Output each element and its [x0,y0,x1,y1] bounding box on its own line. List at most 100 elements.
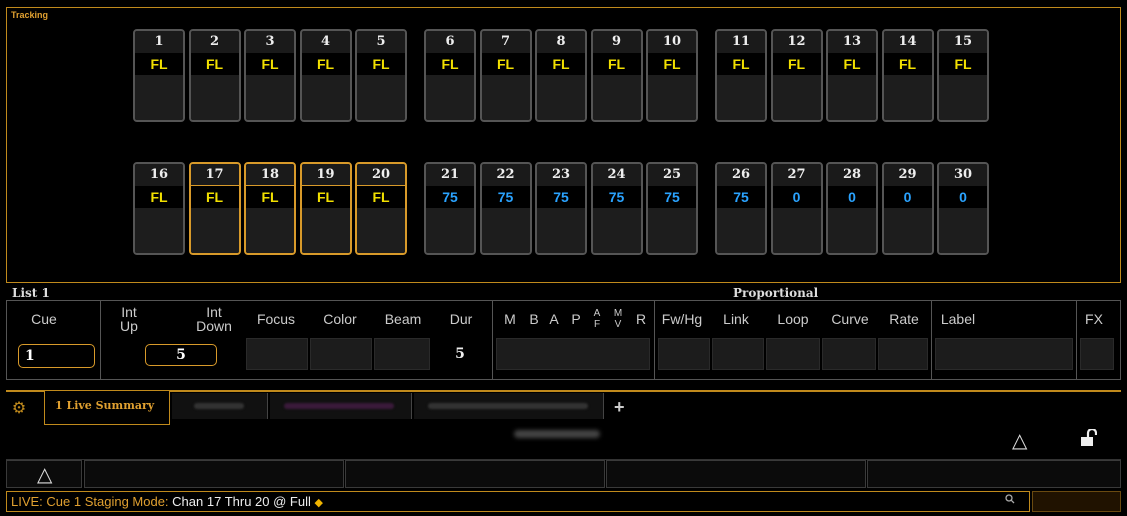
rate-cell[interactable] [878,338,928,370]
triangle-icon[interactable]: △ [1012,431,1027,451]
fx-cell[interactable] [1080,338,1114,370]
channel-number: 8 [537,31,585,53]
channel-11[interactable]: 11 FL [715,29,767,122]
header-label[interactable]: Label [936,302,980,336]
command-line-button[interactable] [1032,491,1121,512]
channel-19[interactable]: 19 FL [299,162,352,255]
header-color[interactable]: Color [315,302,365,336]
search-icon-svg [1005,494,1015,504]
channel-level: FL [246,53,294,75]
add-tab-button[interactable]: + [614,397,625,418]
channel-body [828,75,876,120]
softkey[interactable] [867,460,1121,488]
tab-blurred[interactable] [270,393,412,419]
header-b[interactable]: B [526,302,542,336]
link-cell[interactable] [712,338,764,370]
channel-5[interactable]: 5 FL [355,29,407,122]
channel-7[interactable]: 7 FL [479,29,532,122]
channel-body [648,75,696,120]
header-mv-top: M [613,308,623,319]
int-down-field[interactable]: 5 [145,344,217,366]
header-mv[interactable]: M V [611,302,625,336]
channel-25[interactable]: 25 75 [646,162,698,255]
channel-6[interactable]: 6 FL [424,29,476,122]
channel-20[interactable]: 20 FL [355,162,407,255]
mbap-cell[interactable] [496,338,650,370]
channel-body [828,208,876,253]
channel-2[interactable]: 2 FL [188,29,241,122]
softkey-triangle[interactable]: △ [6,460,82,488]
header-link[interactable]: Link [716,302,756,336]
color-cell[interactable] [310,338,372,370]
channel-27[interactable]: 27 0 [770,162,823,255]
channel-12[interactable]: 12 FL [770,29,823,122]
channel-level: FL [357,186,405,208]
channel-number: 25 [648,164,696,186]
channel-9[interactable]: 9 FL [590,29,643,122]
search-icon[interactable] [1005,494,1015,507]
softkey[interactable] [345,460,605,488]
header-fw-hg[interactable]: Fw/Hg [656,302,708,336]
header-loop[interactable]: Loop [771,302,815,336]
channel-30[interactable]: 30 0 [937,162,989,255]
header-curve[interactable]: Curve [826,302,874,336]
channel-number: 13 [828,31,876,53]
channel-28[interactable]: 28 0 [826,162,878,255]
channel-10[interactable]: 10 FL [646,29,698,122]
channel-body [648,208,696,253]
header-rate[interactable]: Rate [884,302,924,336]
channel-24[interactable]: 24 75 [590,162,643,255]
header-m[interactable]: M [502,302,518,336]
channel-15[interactable]: 15 FL [937,29,989,122]
cue-number-field[interactable]: 1 [18,344,95,368]
channel-1[interactable]: 1 FL [133,29,185,122]
channel-number: 14 [883,31,932,53]
channel-3[interactable]: 3 FL [244,29,296,122]
fw-hg-cell[interactable] [658,338,710,370]
softkey[interactable] [606,460,866,488]
beam-cell[interactable] [374,338,430,370]
header-beam[interactable]: Beam [380,302,426,336]
header-af[interactable]: A F [590,302,604,336]
loop-cell[interactable] [766,338,820,370]
header-p[interactable]: P [568,302,584,336]
header-fx[interactable]: FX [1080,302,1108,336]
tab-blurred[interactable] [172,393,268,419]
channel-number: 26 [717,164,765,186]
focus-cell[interactable] [246,338,308,370]
channel-18[interactable]: 18 FL [244,162,296,255]
channel-4[interactable]: 4 FL [299,29,352,122]
label-cell[interactable] [935,338,1073,370]
channel-22[interactable]: 22 75 [479,162,532,255]
command-line[interactable]: LIVE: Cue 1 Staging Mode: Chan 17 Thru 2… [6,491,1030,512]
header-focus[interactable]: Focus [251,302,301,336]
command-end-marker: ◆ [314,497,323,509]
channel-17[interactable]: 17 FL [188,162,241,255]
header-dur[interactable]: Dur [443,302,479,336]
channel-level: 75 [592,186,641,208]
gear-icon[interactable]: ⚙ [10,400,28,418]
lock-icon[interactable] [1079,427,1098,452]
softkey[interactable] [84,460,344,488]
curve-cell[interactable] [822,338,876,370]
channel-body [426,208,474,253]
channel-number: 22 [481,164,530,186]
channel-21[interactable]: 21 75 [424,162,476,255]
channel-16[interactable]: 16 FL [133,162,185,255]
channel-number: 27 [772,164,821,186]
header-r[interactable]: R [633,302,649,336]
tab-blurred[interactable] [414,393,604,419]
channel-14[interactable]: 14 FL [881,29,934,122]
channel-13[interactable]: 13 FL [826,29,878,122]
channel-number: 4 [301,31,350,53]
header-int-down[interactable]: Int Down [186,302,242,336]
channel-23[interactable]: 23 75 [535,162,587,255]
header-cue[interactable]: Cue [24,302,64,336]
tab-live-summary[interactable]: 1 Live Summary [44,391,170,425]
dur-value[interactable]: 5 [450,343,470,365]
header-a[interactable]: A [546,302,562,336]
header-int-up[interactable]: Int Up [104,302,154,336]
channel-29[interactable]: 29 0 [881,162,934,255]
channel-26[interactable]: 26 75 [715,162,767,255]
channel-8[interactable]: 8 FL [535,29,587,122]
